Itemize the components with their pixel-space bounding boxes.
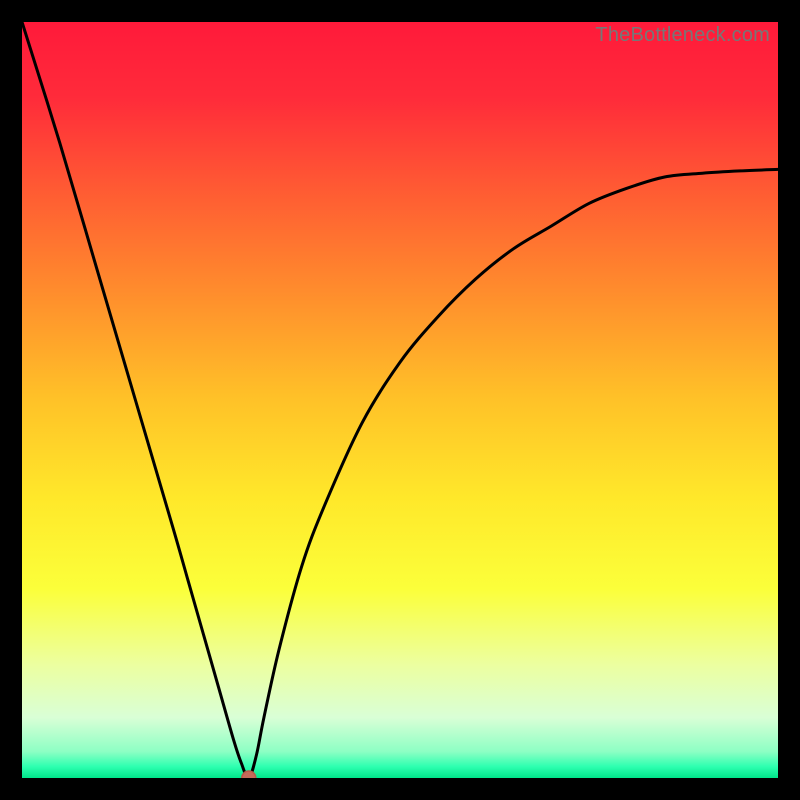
optimal-point-marker [242,771,256,778]
watermark-text: TheBottleneck.com [595,24,770,47]
bottleneck-chart [22,22,778,778]
chart-frame: TheBottleneck.com [22,22,778,778]
